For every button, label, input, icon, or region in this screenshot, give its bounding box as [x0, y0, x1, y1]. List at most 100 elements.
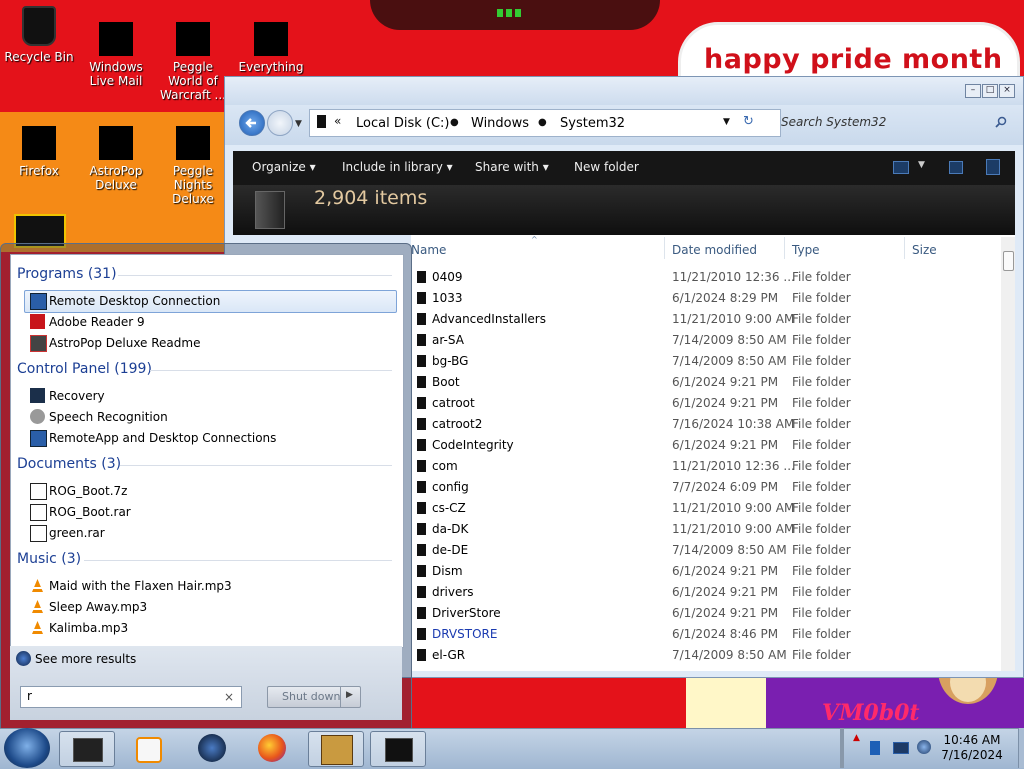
- table-row[interactable]: 0409 11/21/2010 12:36 ... File folder: [411, 267, 1001, 288]
- forward-button[interactable]: [267, 110, 293, 136]
- table-row[interactable]: bg-BG 7/14/2009 8:50 AM File folder: [411, 351, 1001, 372]
- start-orb-button[interactable]: [4, 728, 50, 768]
- volume-icon[interactable]: [917, 740, 931, 754]
- table-row[interactable]: DRVSTORE 6/1/2024 8:46 PM File folder: [411, 624, 1001, 645]
- change-view-icon[interactable]: [893, 161, 909, 174]
- column-divider[interactable]: [664, 237, 665, 259]
- taskbar-media-button[interactable]: [120, 731, 174, 765]
- search-box[interactable]: Search System32: [781, 110, 1011, 134]
- folder-icon: [417, 586, 426, 598]
- breadcrumb-windows[interactable]: Windows: [471, 116, 529, 131]
- taskbar-game-button[interactable]: [308, 731, 364, 767]
- breadcrumb-overflow-icon[interactable]: «: [334, 114, 341, 128]
- column-header-size[interactable]: Size: [912, 243, 937, 257]
- start-search-box[interactable]: r: [20, 686, 242, 708]
- tray-app-icon[interactable]: [870, 741, 880, 755]
- taskbar-firefox-button[interactable]: [246, 731, 300, 765]
- table-row[interactable]: de-DE 7/14/2009 8:50 AM File folder: [411, 540, 1001, 561]
- result-remoteapp-connections[interactable]: RemoteApp and Desktop Connections: [49, 431, 276, 445]
- result-recovery[interactable]: Recovery: [49, 389, 105, 403]
- address-dropdown-chevron-icon[interactable]: ▼: [723, 117, 730, 127]
- table-row[interactable]: AdvancedInstallers 11/21/2010 9:00 AM File…: [411, 309, 1001, 330]
- row-date: 6/1/2024 9:21 PM: [672, 585, 779, 599]
- table-row[interactable]: Boot 6/1/2024 9:21 PM File folder: [411, 372, 1001, 393]
- preview-pane-icon[interactable]: [949, 161, 963, 174]
- result-kalimba[interactable]: Kalimba.mp3: [49, 621, 128, 635]
- column-header-name[interactable]: Name: [411, 243, 446, 257]
- shutdown-button[interactable]: Shut down ▶: [267, 686, 361, 708]
- taskbar-clock[interactable]: 10:46 AM 7/16/2024: [930, 733, 1014, 763]
- show-desktop-button[interactable]: [1018, 728, 1024, 768]
- desktop-icon-peggle-nights[interactable]: Peggle Nights Deluxe: [155, 126, 231, 206]
- maximize-button[interactable]: □: [982, 84, 998, 98]
- network-icon[interactable]: [893, 742, 909, 754]
- column-header-type[interactable]: Type: [792, 243, 820, 257]
- desktop-icon-firefox[interactable]: Firefox: [1, 126, 77, 178]
- desktop-icon-everything[interactable]: Everything: [233, 22, 309, 74]
- folder-icon: [417, 418, 426, 430]
- back-button[interactable]: [239, 110, 265, 136]
- music-group-header[interactable]: Music (3): [17, 551, 81, 567]
- documents-group-header[interactable]: Documents (3): [17, 456, 121, 472]
- table-row[interactable]: el-GR 7/14/2009 8:50 AM File folder: [411, 645, 1001, 666]
- table-row[interactable]: config 7/7/2024 6:09 PM File folder: [411, 477, 1001, 498]
- result-sleep-away[interactable]: Sleep Away.mp3: [49, 600, 147, 614]
- explorer-titlebar[interactable]: [225, 77, 1023, 105]
- start-search-input[interactable]: r: [27, 689, 32, 703]
- desktop-icon-windows-live-mail[interactable]: Windows Live Mail: [78, 22, 154, 88]
- vertical-scrollbar[interactable]: [1001, 237, 1015, 671]
- minimize-button[interactable]: –: [965, 84, 981, 98]
- shutdown-options-arrow-icon[interactable]: ▶: [346, 690, 353, 700]
- breadcrumb-local-disk[interactable]: Local Disk (C:): [356, 116, 449, 131]
- taskbar-terminal-button[interactable]: [370, 731, 426, 767]
- table-row[interactable]: catroot 6/1/2024 9:21 PM File folder: [411, 393, 1001, 414]
- table-row[interactable]: CodeIntegrity 6/1/2024 9:21 PM File folder: [411, 435, 1001, 456]
- scrollbar-thumb[interactable]: [1003, 251, 1014, 271]
- desktop-icon-label: Windows Live Mail: [89, 60, 143, 88]
- table-row[interactable]: 1033 6/1/2024 8:29 PM File folder: [411, 288, 1001, 309]
- taskbar-explorer-button[interactable]: [59, 731, 115, 767]
- close-button[interactable]: ×: [999, 84, 1015, 98]
- result-rog-boot-7z[interactable]: ROG_Boot.7z: [49, 484, 127, 498]
- result-green-rar[interactable]: green.rar: [49, 526, 105, 540]
- column-divider[interactable]: [904, 237, 905, 259]
- view-options-chevron-icon[interactable]: ▼: [918, 160, 925, 170]
- recent-pages-chevron-icon[interactable]: ▼: [295, 119, 302, 129]
- new-folder-button[interactable]: New folder: [574, 160, 639, 174]
- breadcrumb-separator-icon[interactable]: ●: [538, 117, 547, 128]
- result-maid-flaxen-hair[interactable]: Maid with the Flaxen Hair.mp3: [49, 579, 232, 593]
- table-row[interactable]: cs-CZ 11/21/2010 9:00 AM File folder: [411, 498, 1001, 519]
- result-astropop-readme[interactable]: AstroPop Deluxe Readme: [49, 336, 200, 350]
- share-with-button[interactable]: Share with ▾: [475, 160, 549, 174]
- result-rog-boot-rar[interactable]: ROG_Boot.rar: [49, 505, 131, 519]
- programs-group-header[interactable]: Programs (31): [17, 266, 117, 282]
- clear-search-icon[interactable]: ×: [224, 690, 234, 704]
- table-row[interactable]: da-DK 11/21/2010 9:00 AM File folder: [411, 519, 1001, 540]
- organize-menu-button[interactable]: Organize ▾: [252, 160, 316, 174]
- refresh-icon[interactable]: ↻: [743, 114, 754, 129]
- include-in-library-button[interactable]: Include in library ▾: [342, 160, 453, 174]
- search-input[interactable]: Search System32: [781, 115, 886, 129]
- result-adobe-reader[interactable]: Adobe Reader 9: [49, 315, 145, 329]
- desktop-icon-astropop[interactable]: AstroPop Deluxe: [78, 126, 154, 192]
- desktop-icon-peggle-wow[interactable]: Peggle World of Warcraft ...: [155, 22, 231, 102]
- column-header-date[interactable]: Date modified: [672, 243, 757, 257]
- control-panel-group-header[interactable]: Control Panel (199): [17, 361, 152, 377]
- breadcrumb-separator-icon[interactable]: ●: [450, 117, 459, 128]
- taskbar-app-button[interactable]: [186, 731, 240, 765]
- table-row[interactable]: drivers 6/1/2024 9:21 PM File folder: [411, 582, 1001, 603]
- row-name: DriverStore: [432, 606, 501, 620]
- table-row[interactable]: Dism 6/1/2024 9:21 PM File folder: [411, 561, 1001, 582]
- result-remote-desktop-connection[interactable]: Remote Desktop Connection: [49, 294, 220, 308]
- table-row[interactable]: com 11/21/2010 12:36 ... File folder: [411, 456, 1001, 477]
- desktop-icon-recycle-bin[interactable]: Recycle Bin: [1, 6, 77, 64]
- breadcrumb-system32[interactable]: System32: [560, 116, 625, 131]
- show-hidden-icons-icon[interactable]: ▲: [853, 733, 860, 743]
- see-more-results-link[interactable]: See more results: [35, 652, 136, 666]
- result-speech-recognition[interactable]: Speech Recognition: [49, 410, 168, 424]
- column-divider[interactable]: [784, 237, 785, 259]
- help-icon[interactable]: [986, 159, 1000, 175]
- table-row[interactable]: catroot2 7/16/2024 10:38 AM File folder: [411, 414, 1001, 435]
- table-row[interactable]: ar-SA 7/14/2009 8:50 AM File folder: [411, 330, 1001, 351]
- table-row[interactable]: DriverStore 6/1/2024 9:21 PM File folder: [411, 603, 1001, 624]
